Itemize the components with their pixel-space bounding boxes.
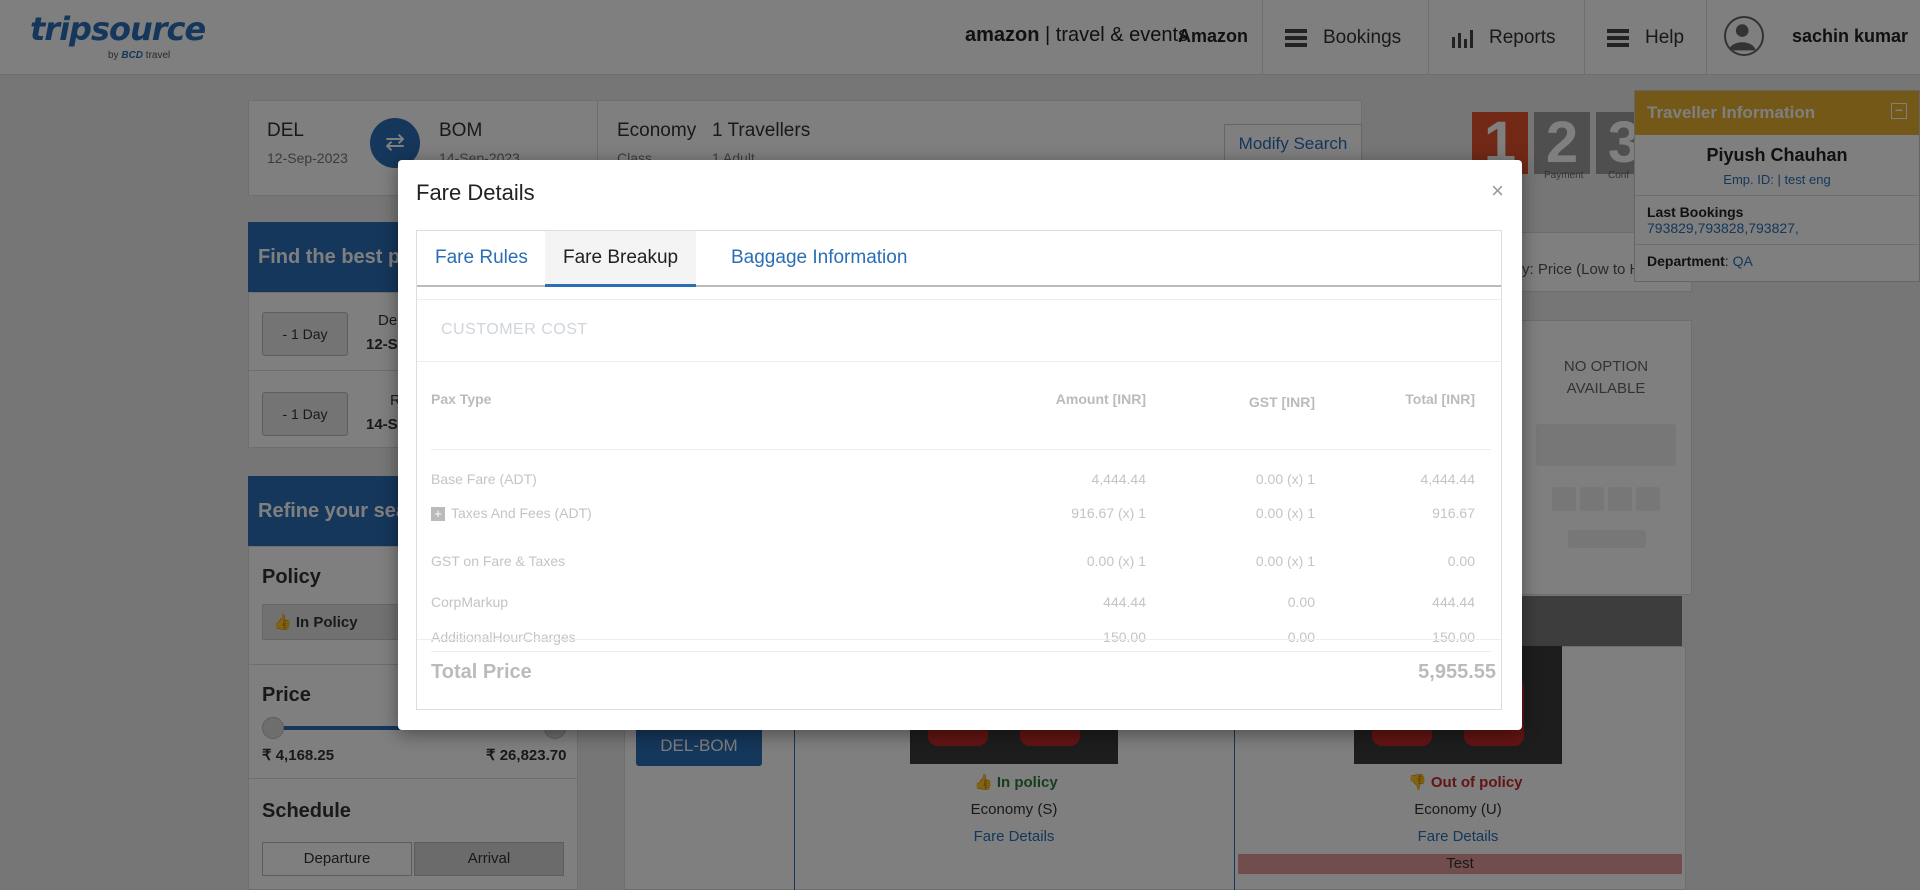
row-amount: 4,444.44 xyxy=(1091,471,1147,487)
modal-content: Fare Rules Fare Breakup Baggage Informat… xyxy=(416,230,1502,710)
tab-fare-breakup[interactable]: Fare Breakup xyxy=(545,231,697,287)
total-price-label: Total Price xyxy=(431,661,532,683)
col-total: Total [INR] xyxy=(1405,391,1475,407)
row-total: 4,444.44 xyxy=(1420,471,1476,487)
total-price-value: 5,955.55 xyxy=(1418,661,1496,683)
expand-plus-icon[interactable]: + xyxy=(431,507,445,522)
row-gst: 0.00 xyxy=(1287,594,1315,610)
row-amount: 0.00 (x) 1 xyxy=(1086,553,1146,569)
customer-cost-label: CUSTOMER COST xyxy=(441,321,588,338)
row-gst: 0.00 (x) 1 xyxy=(1255,471,1315,487)
row-gst: 0.00 (x) 1 xyxy=(1255,505,1315,521)
row-amount: 916.67 (x) 1 xyxy=(1071,505,1146,521)
tab-baggage-information[interactable]: Baggage Information xyxy=(713,231,925,287)
row-label: Base Fare (ADT) xyxy=(431,471,537,487)
row-label: AdditionalHourCharges xyxy=(431,629,576,645)
row-label: GST on Fare & Taxes xyxy=(431,553,566,569)
row-total: 150.00 xyxy=(1432,629,1475,645)
divider xyxy=(417,361,1501,362)
modal-title: Fare Details xyxy=(416,180,535,205)
divider xyxy=(431,651,1491,652)
row-amount: 444.44 xyxy=(1103,594,1146,610)
row-total: 0.00 xyxy=(1447,553,1475,569)
row-gst: 0.00 xyxy=(1287,629,1315,645)
fare-tabs: Fare Rules Fare Breakup Baggage Informat… xyxy=(417,231,1501,287)
col-amount: Amount [INR] xyxy=(1055,391,1146,407)
row-amount: 150.00 xyxy=(1103,629,1146,645)
col-pax-type: Pax Type xyxy=(431,391,492,407)
close-icon[interactable]: × xyxy=(1491,178,1504,204)
divider xyxy=(417,299,1501,300)
row-total: 916.67 xyxy=(1432,505,1475,521)
col-gst: GST [INR] xyxy=(1248,394,1315,410)
divider xyxy=(431,449,1491,450)
row-label-expandable[interactable]: + Taxes And Fees (ADT) xyxy=(431,505,592,522)
tab-fare-rules[interactable]: Fare Rules xyxy=(417,231,546,287)
row-label: CorpMarkup xyxy=(431,594,509,610)
row-gst: 0.00 (x) 1 xyxy=(1255,553,1315,569)
divider xyxy=(417,639,1501,640)
row-total: 444.44 xyxy=(1432,594,1475,610)
fare-details-modal: Fare Details × Fare Rules Fare Breakup B… xyxy=(398,160,1522,730)
